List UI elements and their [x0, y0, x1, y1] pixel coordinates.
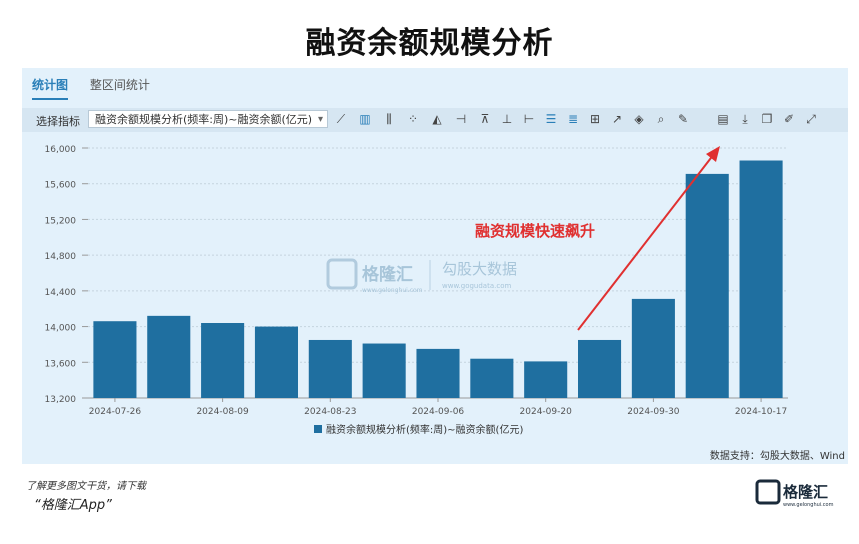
logo-url: www.gelonghui.com: [783, 502, 834, 508]
watermark-logo-icon: [326, 258, 358, 290]
x-tick-label: 2024-07-26: [89, 407, 142, 417]
bar[interactable]: [685, 173, 729, 398]
bar[interactable]: [631, 298, 675, 398]
y-tick-label: 15,600: [45, 181, 77, 191]
y-tick-label: 14,000: [45, 324, 77, 334]
x-tick-label: 2024-09-20: [520, 407, 573, 417]
watermark-brand: 格隆汇: [362, 264, 413, 285]
legend-label: 融资余额规模分析(频率:周)~融资余额(亿元): [326, 423, 523, 436]
watermark-partner-url: www.gogudata.com: [442, 282, 511, 290]
x-tick-label: 2024-09-06: [412, 407, 465, 417]
y-tick-label: 15,200: [45, 216, 77, 226]
annotation-text: 融资规模快速飙升: [475, 222, 595, 240]
bar-chart: 13,200 13,600 14,000 14,400 14,800 15,200 15,6…: [45, 145, 788, 436]
bar[interactable]: [93, 321, 137, 398]
bar[interactable]: [578, 339, 622, 398]
x-tick-label: 2024-08-23: [304, 407, 356, 417]
watermark-partner: 勾股大数据: [442, 260, 517, 278]
y-tick-label: 13,200: [45, 395, 77, 405]
logo-text: 格隆汇: [783, 483, 828, 501]
x-tick-label: 2024-09-30: [627, 407, 680, 417]
bar[interactable]: [362, 343, 406, 398]
y-tick-label: 14,800: [45, 252, 77, 262]
watermark-brand-url: www.gelonghui.com: [362, 287, 423, 294]
promo-app-name: “格隆汇App”: [34, 498, 112, 513]
promo-text: 了解更多图文干货，请下载: [26, 481, 146, 492]
y-tick-label: 13,600: [45, 359, 77, 369]
chart-panel: 统计图 整区间统计 选择指标 融资余额规模分析(频率:周)~融资余额(亿元) ▾…: [22, 68, 848, 464]
legend-swatch: [314, 425, 322, 433]
bar[interactable]: [147, 315, 191, 398]
y-tick-label: 16,000: [45, 145, 77, 155]
bar[interactable]: [524, 361, 568, 398]
bar[interactable]: [470, 358, 514, 398]
legend: 融资余额规模分析(频率:周)~融资余额(亿元): [314, 423, 523, 436]
gelonghui-logo: 格隆汇 www.gelonghui.com: [755, 479, 834, 508]
bar[interactable]: [254, 326, 298, 398]
watermark: 格隆汇 www.gelonghui.com 勾股大数据 www.gogudata…: [326, 258, 517, 294]
y-tick-label: 14,400: [45, 288, 77, 298]
x-tick-label: 2024-10-17: [735, 407, 787, 417]
data-source: 数据支持：勾股大数据、Wind: [709, 451, 845, 462]
bar[interactable]: [308, 339, 352, 398]
logo-mark-icon: [755, 479, 781, 505]
x-tick-label: 2024-08-09: [196, 407, 249, 417]
page-title: 融资余额规模分析: [305, 26, 554, 61]
bar[interactable]: [416, 348, 460, 398]
bar[interactable]: [201, 323, 245, 398]
bar[interactable]: [739, 160, 783, 399]
